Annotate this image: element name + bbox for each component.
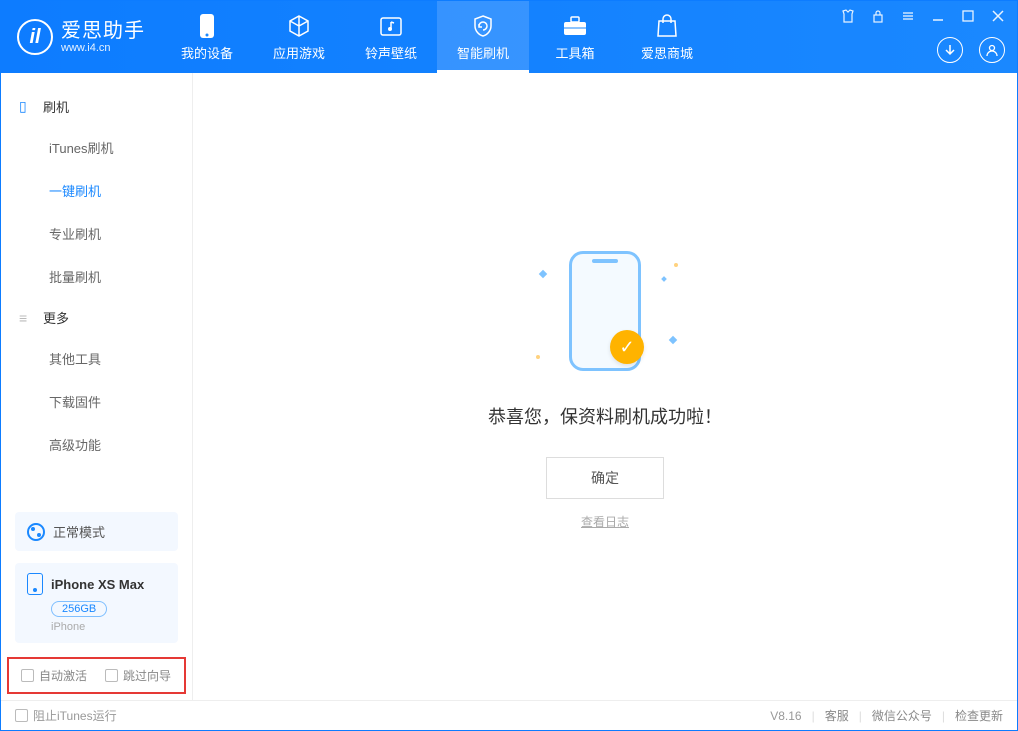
- app-title: 爱思助手: [61, 20, 145, 42]
- success-message: 恭喜您，保资料刷机成功啦！: [488, 403, 722, 429]
- dot-icon: [536, 355, 540, 359]
- nav-flash-label: 智能刷机: [457, 43, 509, 62]
- checkbox-icon: [105, 669, 118, 682]
- minimize-button[interactable]: [927, 5, 949, 27]
- checkbox-block-itunes[interactable]: 阻止iTunes运行: [15, 707, 117, 724]
- user-account-button[interactable]: [979, 37, 1005, 63]
- wechat-link[interactable]: 微信公众号: [872, 707, 932, 724]
- app-logo-icon: il: [17, 19, 53, 55]
- check-badge-icon: ✓: [610, 330, 644, 364]
- user-controls: [937, 37, 1005, 63]
- sparkle-icon: [661, 276, 667, 282]
- block-itunes-label: 阻止iTunes运行: [33, 707, 117, 724]
- success-illustration: ✓: [550, 243, 660, 383]
- window-controls: [837, 5, 1009, 27]
- sidebar-item-firmware[interactable]: 下载固件: [1, 380, 192, 423]
- sparkle-icon: [539, 270, 547, 278]
- app-subtitle: www.i4.cn: [61, 42, 145, 54]
- nav-device[interactable]: 我的设备: [161, 1, 253, 73]
- music-folder-icon: [378, 13, 404, 39]
- version-label: V8.16: [770, 709, 801, 723]
- checkbox-skip-guide[interactable]: 跳过向导: [105, 667, 171, 684]
- device-phone-icon: [27, 573, 43, 595]
- ok-button[interactable]: 确定: [546, 457, 664, 499]
- nav-flash[interactable]: 智能刷机: [437, 1, 529, 73]
- device-mode-box[interactable]: 正常模式: [15, 512, 178, 551]
- group-more-label: 更多: [43, 308, 69, 327]
- checkbox-icon: [21, 669, 34, 682]
- sidebar-item-other[interactable]: 其他工具: [1, 337, 192, 380]
- auto-activate-label: 自动激活: [39, 667, 87, 684]
- phone-illustration-icon: ✓: [569, 251, 641, 371]
- list-icon: ≡: [19, 310, 35, 326]
- titlebar: il 爱思助手 www.i4.cn 我的设备 应用游戏 铃声壁纸 智能刷机 工具…: [1, 1, 1017, 73]
- toolbox-icon: [562, 13, 588, 39]
- main-content: ✓ 恭喜您，保资料刷机成功啦！ 确定 查看日志: [193, 73, 1017, 700]
- nav-apps[interactable]: 应用游戏: [253, 1, 345, 73]
- refresh-shield-icon: [470, 13, 496, 39]
- support-link[interactable]: 客服: [825, 707, 849, 724]
- nav-device-label: 我的设备: [181, 43, 233, 62]
- lock-icon[interactable]: [867, 5, 889, 27]
- checkbox-icon: [15, 709, 28, 722]
- sparkle-icon: [669, 336, 677, 344]
- nav-tools[interactable]: 工具箱: [529, 1, 621, 73]
- mode-label: 正常模式: [53, 522, 105, 541]
- device-info-box[interactable]: iPhone XS Max 256GB iPhone: [15, 563, 178, 643]
- group-flash-label: 刷机: [43, 97, 69, 116]
- nav-ring-label: 铃声壁纸: [365, 43, 417, 62]
- dot-icon: [674, 263, 678, 267]
- sidebar-item-batch[interactable]: 批量刷机: [1, 255, 192, 298]
- view-log-link[interactable]: 查看日志: [581, 513, 629, 530]
- flash-options-row: 自动激活 跳过向导: [7, 657, 186, 694]
- skip-guide-label: 跳过向导: [123, 667, 171, 684]
- mode-icon: [27, 523, 45, 541]
- sidebar-item-onekey[interactable]: 一键刷机: [1, 169, 192, 212]
- sidebar-item-adv[interactable]: 高级功能: [1, 423, 192, 466]
- menu-icon[interactable]: [897, 5, 919, 27]
- sidebar: ▯ 刷机 iTunes刷机 一键刷机 专业刷机 批量刷机 ≡ 更多 其他工具 下…: [1, 73, 193, 700]
- close-button[interactable]: [987, 5, 1009, 27]
- sidebar-group-more: ≡ 更多: [1, 298, 192, 337]
- device-type: iPhone: [51, 621, 166, 633]
- bag-icon: [654, 13, 680, 39]
- maximize-button[interactable]: [957, 5, 979, 27]
- cube-icon: [286, 13, 312, 39]
- sidebar-item-itunes[interactable]: iTunes刷机: [1, 126, 192, 169]
- device-capacity: 256GB: [51, 601, 107, 617]
- brand: il 爱思助手 www.i4.cn: [1, 1, 161, 73]
- nav-ringtone[interactable]: 铃声壁纸: [345, 1, 437, 73]
- sidebar-item-pro[interactable]: 专业刷机: [1, 212, 192, 255]
- download-button[interactable]: [937, 37, 963, 63]
- sidebar-group-flash: ▯ 刷机: [1, 87, 192, 126]
- device-name: iPhone XS Max: [51, 577, 144, 592]
- nav-store[interactable]: 爱思商城: [621, 1, 713, 73]
- nav-apps-label: 应用游戏: [273, 43, 325, 62]
- top-nav: 我的设备 应用游戏 铃声壁纸 智能刷机 工具箱 爱思商城: [161, 1, 713, 73]
- footer: 阻止iTunes运行 V8.16 | 客服 | 微信公众号 | 检查更新: [1, 700, 1017, 730]
- check-update-link[interactable]: 检查更新: [955, 707, 1003, 724]
- checkbox-auto-activate[interactable]: 自动激活: [21, 667, 87, 684]
- nav-tools-label: 工具箱: [555, 43, 594, 62]
- phone-icon: [194, 13, 220, 39]
- shirt-icon[interactable]: [837, 5, 859, 27]
- phone-outline-icon: ▯: [19, 98, 35, 115]
- nav-store-label: 爱思商城: [641, 43, 693, 62]
